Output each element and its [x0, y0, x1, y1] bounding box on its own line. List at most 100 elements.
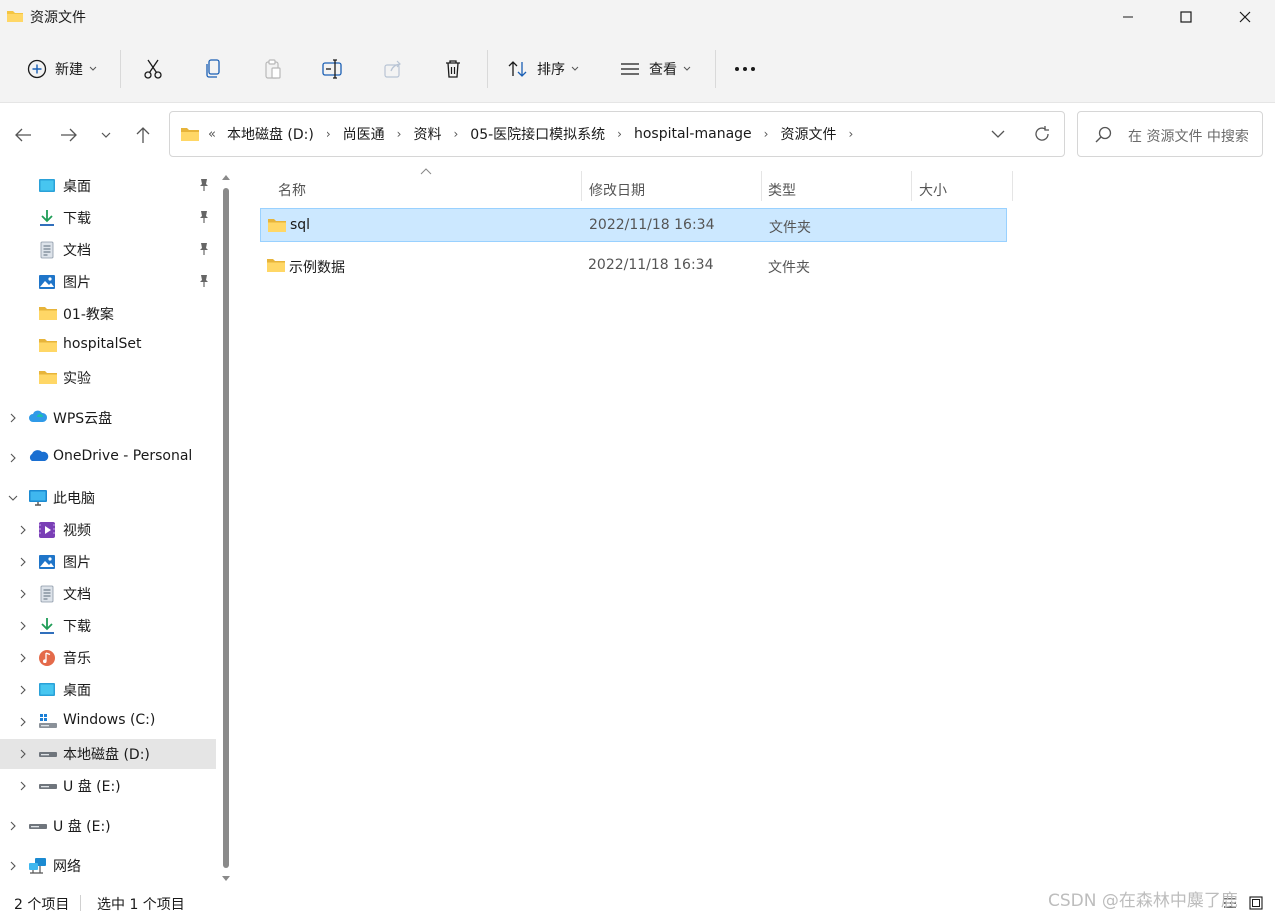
- column-size[interactable]: 大小: [919, 173, 1009, 207]
- column-divider[interactable]: [1012, 171, 1013, 201]
- chevron-right-icon[interactable]: ›: [317, 127, 340, 141]
- chevron-right-icon[interactable]: [18, 717, 28, 727]
- tiles-view-button[interactable]: [1247, 894, 1265, 912]
- chevron-right-icon[interactable]: [18, 685, 28, 695]
- file-row[interactable]: sql 2022/11/18 16:34 文件夹: [260, 208, 1007, 242]
- rename-button[interactable]: [316, 50, 350, 88]
- column-date-modified[interactable]: 修改日期: [589, 173, 759, 207]
- crumb-hospital-manage[interactable]: hospital-manage: [631, 126, 755, 142]
- sidebar-item-quick-1[interactable]: 下载: [0, 203, 216, 233]
- maximize-button[interactable]: [1157, 0, 1215, 34]
- delete-button[interactable]: [436, 50, 470, 88]
- sidebar-item-network[interactable]: 网络: [0, 851, 216, 881]
- sidebar-item-pc-0[interactable]: 视频: [0, 515, 216, 545]
- sidebar-item-pc-8[interactable]: U 盘 (E:): [0, 771, 216, 801]
- file-row[interactable]: 示例数据 2022/11/18 16:34 文件夹: [260, 249, 1007, 283]
- crumb-hospital-api-sim[interactable]: 05-医院接口模拟系统: [467, 124, 608, 144]
- windows-drive-icon: [38, 713, 57, 731]
- back-button[interactable]: [9, 121, 37, 149]
- sidebar-item-quick-4[interactable]: 01-教案: [0, 299, 216, 329]
- copy-button[interactable]: [196, 50, 230, 88]
- chevron-down-icon[interactable]: [8, 493, 18, 503]
- chevron-right-icon[interactable]: ›: [755, 127, 778, 141]
- folder-icon: [38, 337, 57, 355]
- forward-button[interactable]: [55, 121, 83, 149]
- chevron-right-icon[interactable]: [18, 749, 28, 759]
- chevron-right-icon[interactable]: [18, 621, 28, 631]
- sort-label: 排序: [537, 62, 565, 78]
- new-button[interactable]: 新建: [18, 50, 106, 88]
- minimize-button[interactable]: [1099, 0, 1157, 34]
- sidebar-item-label: 实验: [63, 371, 91, 387]
- search-input[interactable]: 在 资源文件 中搜索: [1077, 111, 1263, 157]
- recent-locations-button[interactable]: [92, 121, 120, 149]
- sidebar-item-quick-0[interactable]: 桌面: [0, 171, 216, 201]
- crumb-resource-files[interactable]: 资源文件: [777, 124, 839, 144]
- sidebar-item-pc-1[interactable]: 图片: [0, 547, 216, 577]
- chevron-right-icon[interactable]: [8, 413, 18, 423]
- arrow-up-icon: [135, 126, 151, 144]
- arrow-right-icon: [60, 127, 78, 143]
- column-divider[interactable]: [761, 171, 762, 201]
- up-button[interactable]: [129, 121, 157, 149]
- sidebar-scrollbar[interactable]: [219, 168, 233, 888]
- overflow-indicator[interactable]: «: [208, 127, 216, 142]
- address-history-button[interactable]: [986, 122, 1010, 146]
- scrollbar-thumb[interactable]: [223, 188, 229, 868]
- paste-button[interactable]: [256, 50, 290, 88]
- scissors-icon: [143, 58, 163, 80]
- sort-button[interactable]: 排序: [500, 50, 586, 88]
- view-button[interactable]: 查看: [612, 50, 698, 88]
- refresh-icon: [1033, 125, 1051, 143]
- crumb-shangyitong[interactable]: 尚医通: [340, 124, 388, 144]
- chevron-right-icon[interactable]: ›: [444, 127, 467, 141]
- cut-button[interactable]: [136, 50, 170, 88]
- pin-icon: [198, 178, 210, 192]
- chevron-right-icon[interactable]: ›: [608, 127, 631, 141]
- sort-icon: [507, 60, 529, 78]
- refresh-button[interactable]: [1030, 122, 1054, 146]
- close-button[interactable]: [1216, 0, 1274, 34]
- folder-icon: [38, 369, 57, 387]
- sidebar-item-quick-5[interactable]: hospitalSet: [0, 331, 216, 361]
- column-name[interactable]: 名称: [278, 173, 578, 207]
- sidebar-item-wps[interactable]: WPS云盘: [0, 403, 216, 433]
- chevron-right-icon[interactable]: [8, 821, 18, 831]
- sidebar-item-label: 下载: [63, 619, 91, 635]
- video-icon: [38, 521, 56, 539]
- chevron-right-icon[interactable]: [18, 589, 28, 599]
- crumb-ziliao[interactable]: 资料: [410, 124, 444, 144]
- sidebar-item-pc-7[interactable]: 本地磁盘 (D:): [0, 739, 216, 769]
- sidebar-item-pc-2[interactable]: 文档: [0, 579, 216, 609]
- chevron-right-icon[interactable]: [18, 781, 28, 791]
- chevron-right-icon[interactable]: ›: [388, 127, 411, 141]
- sidebar-item-pc-6[interactable]: Windows (C:): [0, 707, 216, 737]
- chevron-right-icon[interactable]: [18, 525, 28, 535]
- sidebar-item-usb[interactable]: U 盘 (E:): [0, 811, 216, 841]
- sidebar-item-pc-3[interactable]: 下载: [0, 611, 216, 641]
- crumb-drive-d[interactable]: 本地磁盘 (D:): [224, 124, 317, 144]
- sidebar-item-pc-4[interactable]: 音乐: [0, 643, 216, 673]
- file-date-modified: 2022/11/18 16:34: [589, 217, 715, 233]
- chevron-right-icon[interactable]: [18, 557, 28, 567]
- column-divider[interactable]: [911, 171, 912, 201]
- sidebar-item-label: Windows (C:): [63, 712, 156, 728]
- sidebar-item-this-pc[interactable]: 此电脑: [0, 483, 216, 513]
- chevron-right-icon[interactable]: [8, 453, 18, 463]
- chevron-right-icon[interactable]: [18, 653, 28, 663]
- column-divider[interactable]: [581, 171, 582, 201]
- sidebar-item-label: 桌面: [63, 179, 91, 195]
- chevron-right-icon[interactable]: [8, 861, 18, 871]
- more-options-button[interactable]: [728, 50, 762, 88]
- sidebar-item-label: U 盘 (E:): [63, 779, 121, 795]
- list-view-icon: [619, 61, 641, 77]
- sidebar-item-pc-5[interactable]: 桌面: [0, 675, 216, 705]
- sidebar-item-onedrive[interactable]: OneDrive - Personal: [0, 443, 216, 473]
- sidebar-item-quick-3[interactable]: 图片: [0, 267, 216, 297]
- chevron-right-icon[interactable]: ›: [839, 127, 862, 141]
- sidebar-item-quick-2[interactable]: 文档: [0, 235, 216, 265]
- share-button[interactable]: [376, 50, 410, 88]
- address-bar[interactable]: « 本地磁盘 (D:) › 尚医通 › 资料 › 05-医院接口模拟系统 › h…: [169, 111, 1065, 157]
- sidebar-item-quick-6[interactable]: 实验: [0, 363, 216, 393]
- column-type[interactable]: 类型: [768, 173, 908, 207]
